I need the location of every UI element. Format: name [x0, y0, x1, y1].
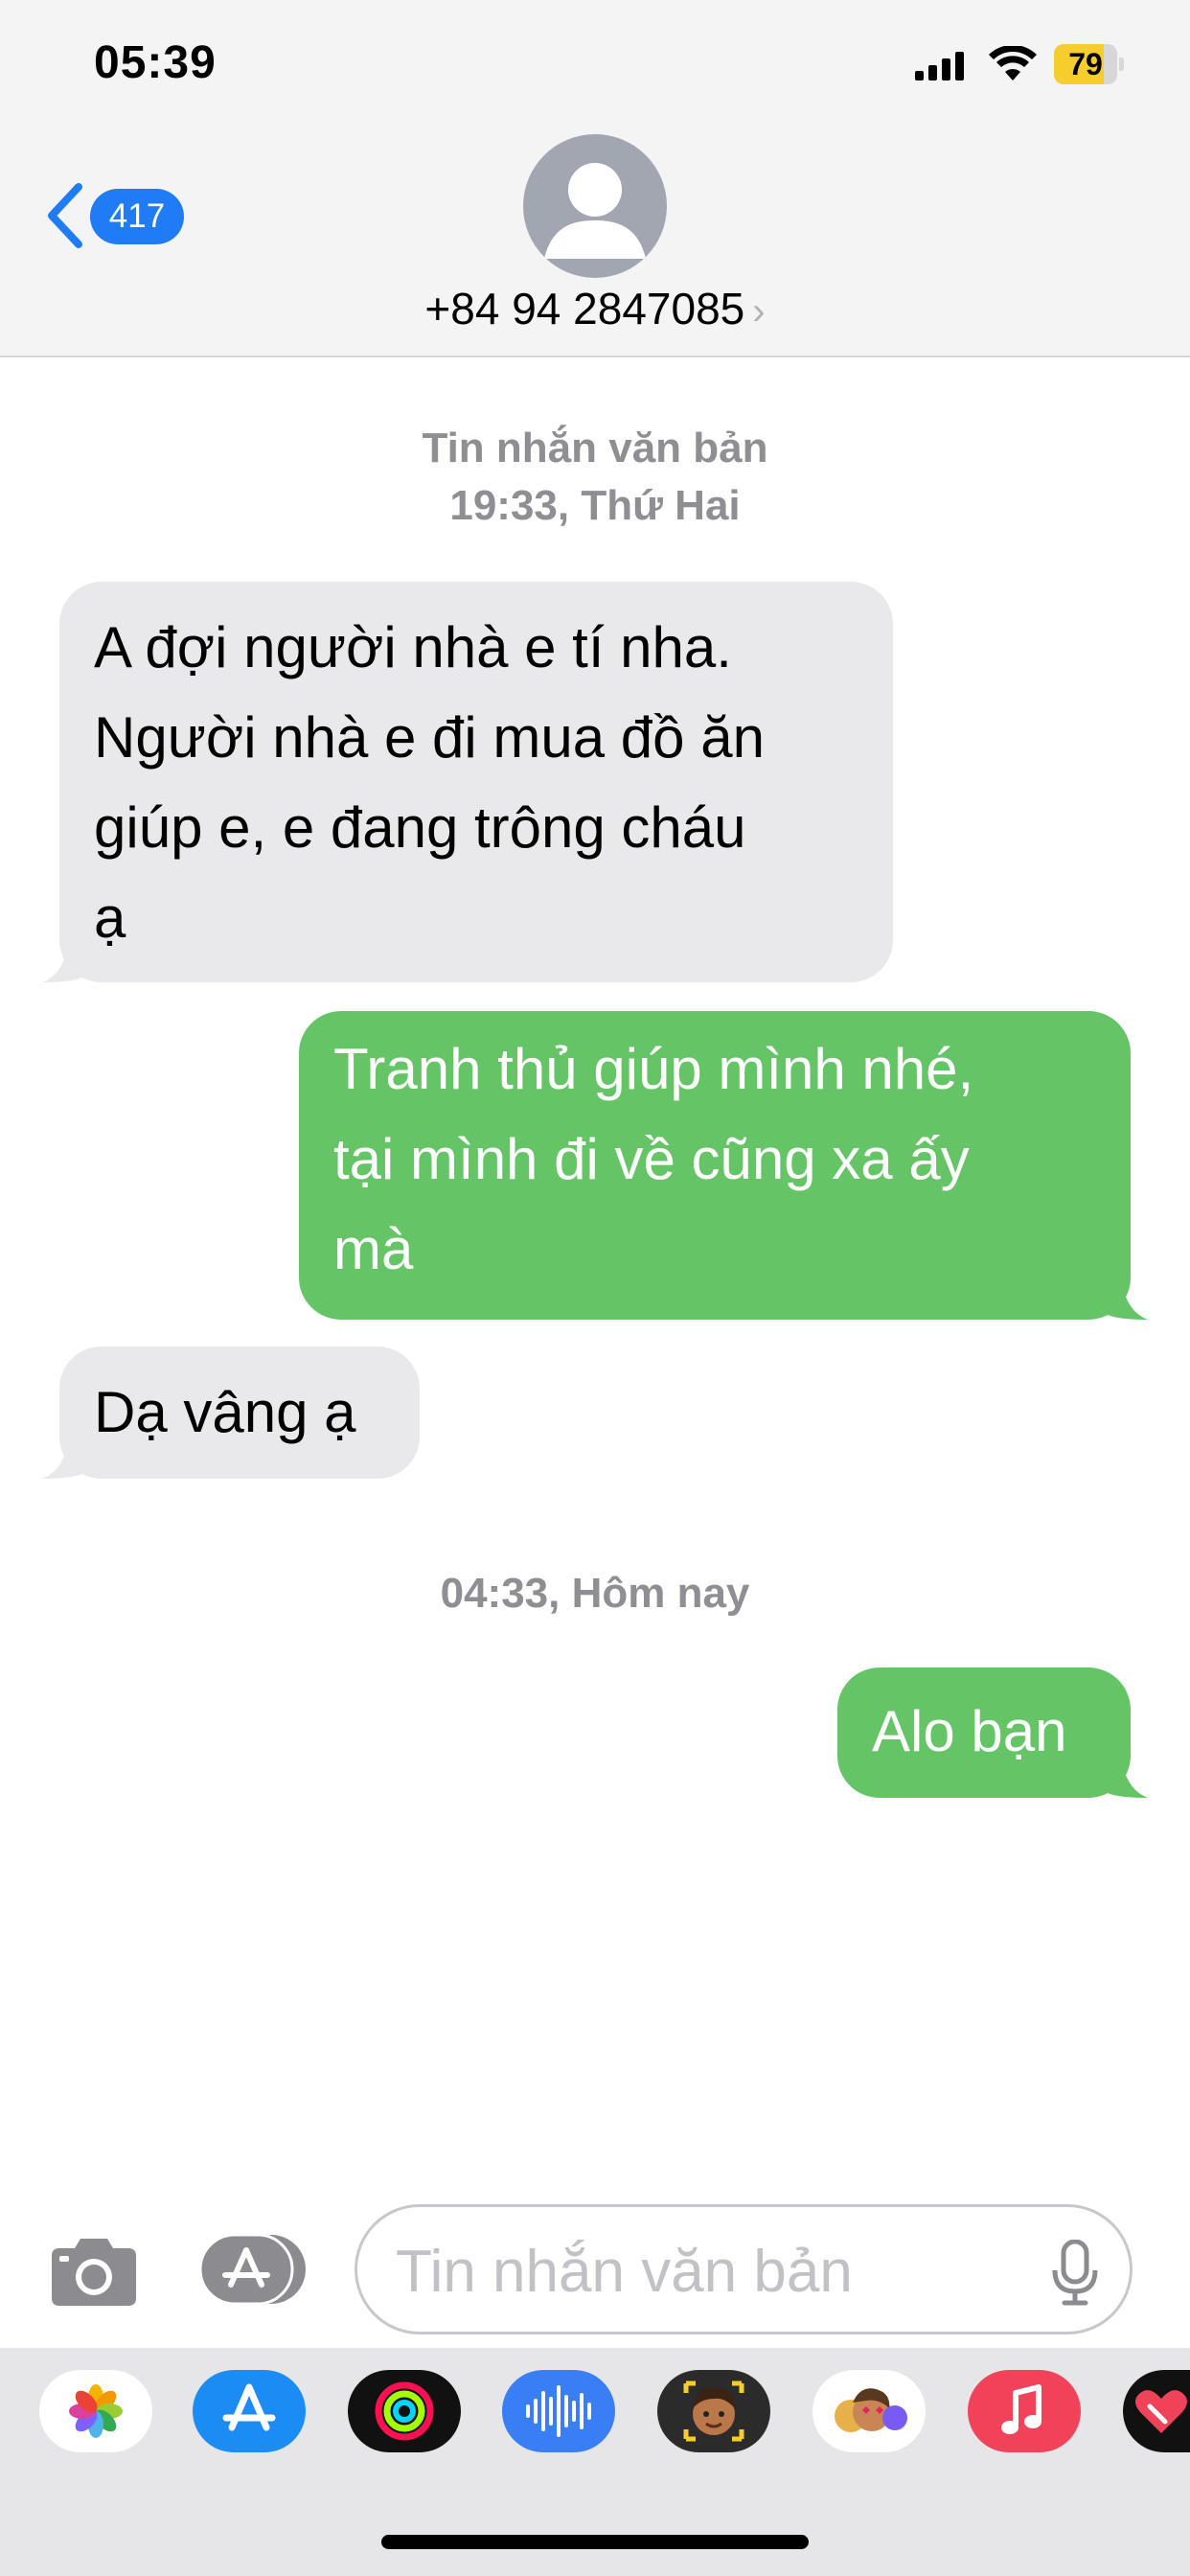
conversation-header: 417 +84 94 2847085 ›	[0, 129, 1190, 357]
contact-name: +84 94 2847085	[424, 284, 745, 334]
memoji-app-icon[interactable]	[657, 2370, 770, 2452]
message-input-field[interactable]	[355, 2204, 1133, 2334]
person-icon	[544, 163, 646, 259]
cellular-signal-icon	[915, 52, 964, 80]
wifi-icon	[989, 46, 1037, 80]
contact-name-button[interactable]: +84 94 2847085 ›	[0, 283, 1190, 334]
message-text: Alo bạn	[872, 1699, 1067, 1763]
timestamp: 19:33, Thứ Hai	[449, 482, 741, 529]
app-store-app-icon[interactable]	[193, 2370, 306, 2452]
message-text: Dạ vâng ạ	[94, 1380, 356, 1444]
memoji-stickers-app-icon[interactable]	[812, 2370, 926, 2452]
camera-button[interactable]	[50, 2235, 138, 2308]
digital-touch-app-icon[interactable]	[1123, 2370, 1190, 2452]
status-bar: 05:39 79	[0, 0, 1190, 129]
incoming-message-bubble[interactable]: A đợi người nhà e tí nha. Người nhà e đi…	[59, 582, 893, 982]
bubble-tail	[42, 934, 88, 982]
message-type-label: Tin nhắn văn bản	[422, 425, 768, 472]
battery-level: 79	[1068, 47, 1103, 81]
message-text: Tranh thủ giúp mình nhé, tại mình đi về …	[333, 1037, 974, 1281]
timestamp: 04:33, Hôm nay	[440, 1570, 750, 1617]
audio-message-app-icon[interactable]	[502, 2370, 615, 2452]
message-input[interactable]	[394, 2230, 1030, 2312]
music-app-icon[interactable]	[968, 2370, 1081, 2452]
message-text: A đợi người nhà e tí nha. Người nhà e đi…	[94, 615, 765, 950]
photos-app-icon[interactable]	[39, 2370, 152, 2452]
home-indicator	[381, 2535, 809, 2549]
contact-avatar[interactable]	[523, 134, 667, 278]
back-button[interactable]: 417	[46, 177, 190, 254]
app-store-icon	[198, 2233, 306, 2306]
outgoing-message-bubble[interactable]: Alo bạn	[837, 1668, 1131, 1798]
bubble-tail	[42, 1431, 88, 1479]
battery-icon: 79	[1054, 44, 1124, 84]
bubble-tail	[1102, 1272, 1148, 1320]
chevron-left-icon	[48, 183, 82, 248]
status-time: 05:39	[94, 37, 217, 88]
chevron-right-icon: ›	[752, 290, 766, 333]
bubble-tail	[1102, 1750, 1148, 1798]
microphone-icon	[1052, 2240, 1098, 2306]
unread-count-badge: 417	[90, 189, 184, 244]
imessage-app-drawer	[0, 2348, 1190, 2576]
incoming-message-bubble[interactable]: Dạ vâng ạ	[59, 1346, 420, 1479]
activity-app-icon[interactable]	[348, 2370, 461, 2452]
outgoing-message-bubble[interactable]: Tranh thủ giúp mình nhé, tại mình đi về …	[299, 1011, 1131, 1320]
app-store-button[interactable]	[198, 2233, 306, 2306]
camera-icon	[52, 2239, 136, 2306]
